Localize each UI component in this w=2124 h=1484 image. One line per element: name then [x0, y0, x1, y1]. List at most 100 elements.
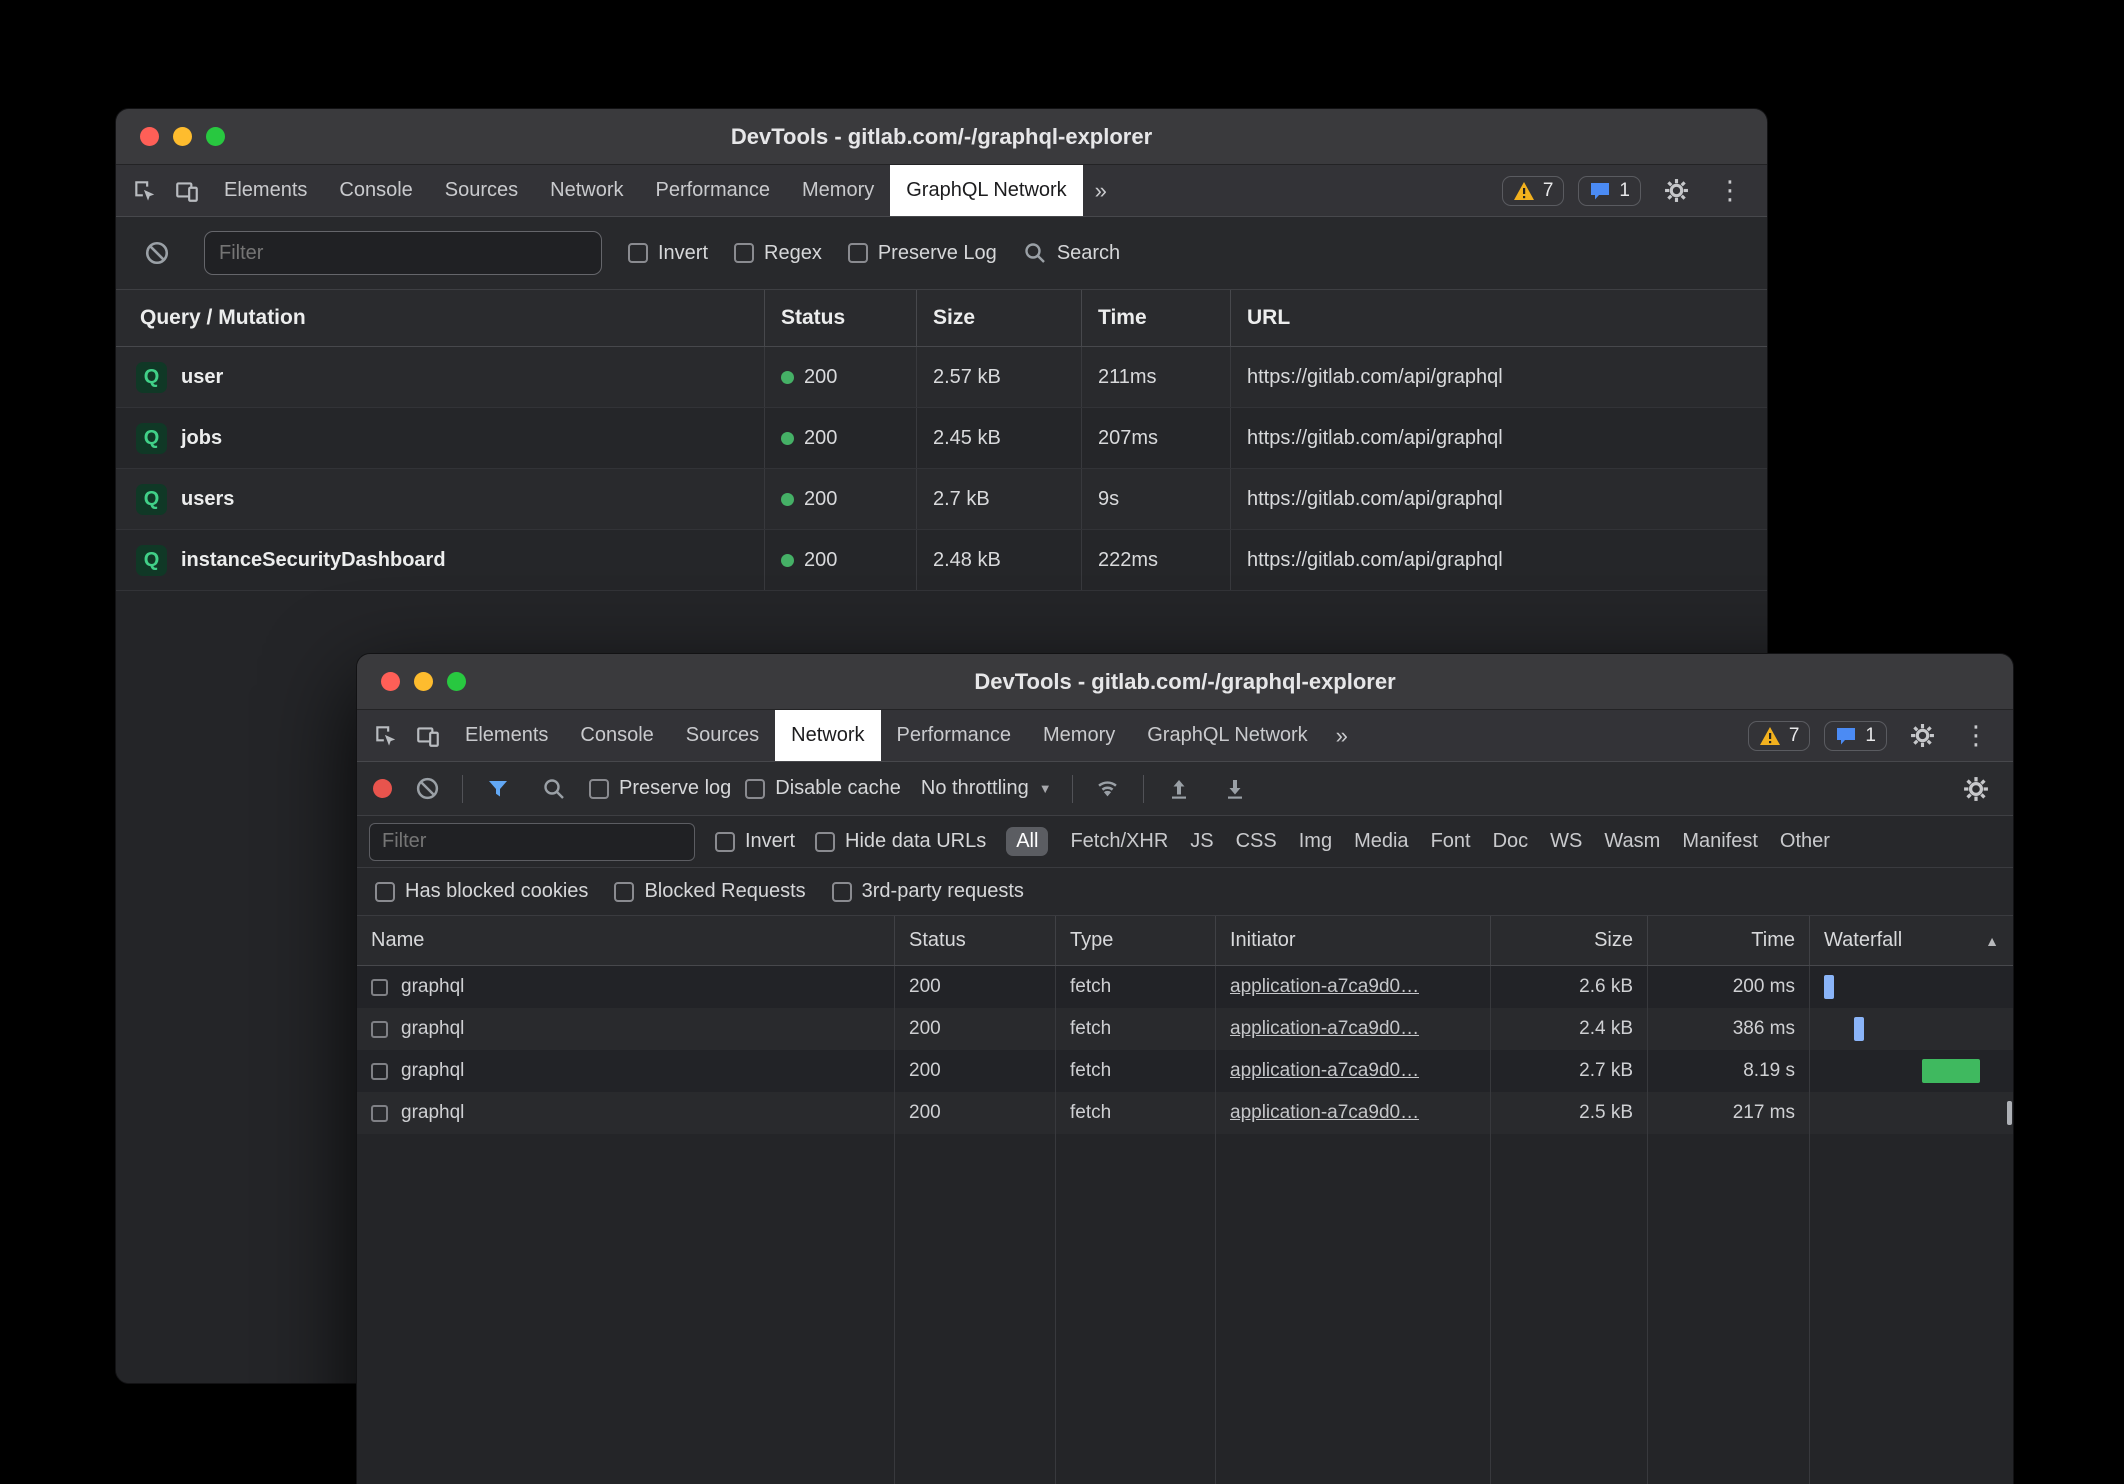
tab-elements[interactable]: Elements — [208, 165, 323, 216]
tab-network[interactable]: Network — [775, 710, 880, 761]
invert-checkbox-group[interactable]: Invert — [715, 830, 795, 853]
chip-font[interactable]: Font — [1431, 830, 1471, 853]
tab-sources[interactable]: Sources — [429, 165, 534, 216]
initiator-link[interactable]: application-a7ca9d0… — [1230, 1018, 1419, 1040]
column-header-url[interactable]: URL — [1231, 290, 1767, 346]
overflow-menu-icon[interactable]: ⋮ — [1957, 720, 1995, 751]
device-toolbar-icon[interactable] — [166, 165, 208, 216]
chip-manifest[interactable]: Manifest — [1682, 830, 1758, 853]
preserve-log-checkbox[interactable] — [589, 779, 609, 799]
overflow-menu-icon[interactable]: ⋮ — [1711, 175, 1749, 206]
row-checkbox[interactable] — [371, 1021, 388, 1038]
request-row[interactable]: graphql 200 fetch application-a7ca9d0… 2… — [357, 1008, 2013, 1050]
preserve-log-checkbox[interactable] — [848, 243, 868, 263]
device-toolbar-icon[interactable] — [407, 710, 449, 761]
column-header-initiator[interactable]: Initiator — [1216, 916, 1491, 965]
inspect-element-icon[interactable] — [365, 710, 407, 761]
filter-input[interactable] — [204, 231, 602, 275]
chip-js[interactable]: JS — [1190, 830, 1213, 853]
column-header-time[interactable]: Time — [1082, 290, 1231, 346]
warnings-badge[interactable]: 7 — [1502, 176, 1565, 206]
minimize-window-button[interactable] — [414, 672, 433, 691]
titlebar[interactable]: DevTools - gitlab.com/-/graphql-explorer — [116, 109, 1767, 165]
third-party-requests-checkbox-group[interactable]: 3rd-party requests — [832, 880, 1024, 903]
tab-memory[interactable]: Memory — [1027, 710, 1131, 761]
tab-sources[interactable]: Sources — [670, 710, 775, 761]
chip-other[interactable]: Other — [1780, 830, 1830, 853]
clear-icon[interactable] — [406, 776, 448, 801]
filter-funnel-icon[interactable] — [477, 777, 519, 801]
row-checkbox[interactable] — [371, 1063, 388, 1080]
inspect-element-icon[interactable] — [124, 165, 166, 216]
column-header-size[interactable]: Size — [1491, 916, 1648, 965]
request-row[interactable]: graphql 200 fetch application-a7ca9d0… 2… — [357, 1050, 2013, 1092]
tab-performance[interactable]: Performance — [881, 710, 1028, 761]
has-blocked-cookies-checkbox[interactable] — [375, 882, 395, 902]
minimize-window-button[interactable] — [173, 127, 192, 146]
column-header-size[interactable]: Size — [917, 290, 1082, 346]
tab-network[interactable]: Network — [534, 165, 639, 216]
column-header-status[interactable]: Status — [895, 916, 1056, 965]
record-button[interactable] — [373, 779, 392, 798]
issues-badge[interactable]: 1 — [1578, 176, 1641, 206]
tab-console[interactable]: Console — [564, 710, 669, 761]
more-tabs-icon[interactable]: » — [1083, 165, 1119, 216]
zoom-window-button[interactable] — [206, 127, 225, 146]
regex-checkbox-group[interactable]: Regex — [734, 242, 822, 265]
tab-memory[interactable]: Memory — [786, 165, 890, 216]
table-row[interactable]: Q user 200 2.57 kB 211ms https://gitlab.… — [116, 347, 1767, 408]
import-har-icon[interactable] — [1158, 777, 1200, 801]
issues-badge[interactable]: 1 — [1824, 721, 1887, 751]
search-icon[interactable] — [533, 777, 575, 801]
row-checkbox[interactable] — [371, 1105, 388, 1122]
chip-fetch-xhr[interactable]: Fetch/XHR — [1070, 830, 1168, 853]
blocked-requests-checkbox[interactable] — [614, 882, 634, 902]
invert-checkbox[interactable] — [628, 243, 648, 263]
invert-checkbox[interactable] — [715, 832, 735, 852]
disable-cache-checkbox-group[interactable]: Disable cache — [745, 777, 901, 800]
chip-ws[interactable]: WS — [1550, 830, 1582, 853]
request-row[interactable]: graphql 200 fetch application-a7ca9d0… 2… — [357, 1092, 2013, 1134]
invert-checkbox-group[interactable]: Invert — [628, 242, 708, 265]
initiator-link[interactable]: application-a7ca9d0… — [1230, 976, 1419, 998]
initiator-link[interactable]: application-a7ca9d0… — [1230, 1060, 1419, 1082]
column-header-status[interactable]: Status — [765, 290, 917, 346]
table-row[interactable]: Q jobs 200 2.45 kB 207ms https://gitlab.… — [116, 408, 1767, 469]
network-settings-gear-icon[interactable] — [1955, 776, 1997, 802]
zoom-window-button[interactable] — [447, 672, 466, 691]
chip-media[interactable]: Media — [1354, 830, 1408, 853]
chip-doc[interactable]: Doc — [1493, 830, 1529, 853]
preserve-log-checkbox-group[interactable]: Preserve log — [589, 777, 731, 800]
has-blocked-cookies-checkbox-group[interactable]: Has blocked cookies — [375, 880, 588, 903]
settings-gear-icon[interactable] — [1655, 178, 1697, 203]
preserve-log-checkbox-group[interactable]: Preserve Log — [848, 242, 997, 265]
row-checkbox[interactable] — [371, 979, 388, 996]
tab-graphql-network[interactable]: GraphQL Network — [1131, 710, 1323, 761]
third-party-requests-checkbox[interactable] — [832, 882, 852, 902]
column-header-query-mutation[interactable]: Query / Mutation — [116, 290, 765, 346]
disable-cache-checkbox[interactable] — [745, 779, 765, 799]
tab-graphql-network[interactable]: GraphQL Network — [890, 165, 1082, 216]
settings-gear-icon[interactable] — [1901, 723, 1943, 748]
initiator-link[interactable]: application-a7ca9d0… — [1230, 1102, 1419, 1124]
tab-console[interactable]: Console — [323, 165, 428, 216]
column-header-time[interactable]: Time — [1648, 916, 1810, 965]
close-window-button[interactable] — [381, 672, 400, 691]
network-filter-input[interactable] — [369, 823, 695, 861]
chip-img[interactable]: Img — [1299, 830, 1332, 853]
table-row[interactable]: Q users 200 2.7 kB 9s https://gitlab.com… — [116, 469, 1767, 530]
column-header-name[interactable]: Name — [357, 916, 895, 965]
throttling-select[interactable]: No throttling ▼ — [915, 777, 1058, 800]
close-window-button[interactable] — [140, 127, 159, 146]
table-row[interactable]: Q instanceSecurityDashboard 200 2.48 kB … — [116, 530, 1767, 591]
chip-css[interactable]: CSS — [1236, 830, 1277, 853]
column-header-waterfall[interactable]: Waterfall ▲ — [1810, 916, 2013, 965]
hide-data-urls-checkbox[interactable] — [815, 832, 835, 852]
search-button[interactable]: Search — [1023, 241, 1120, 265]
tab-performance[interactable]: Performance — [640, 165, 787, 216]
titlebar[interactable]: DevTools - gitlab.com/-/graphql-explorer — [357, 654, 2013, 710]
export-har-icon[interactable] — [1214, 777, 1256, 801]
chip-wasm[interactable]: Wasm — [1604, 830, 1660, 853]
hide-data-urls-checkbox-group[interactable]: Hide data URLs — [815, 830, 986, 853]
clear-icon[interactable] — [136, 240, 178, 266]
